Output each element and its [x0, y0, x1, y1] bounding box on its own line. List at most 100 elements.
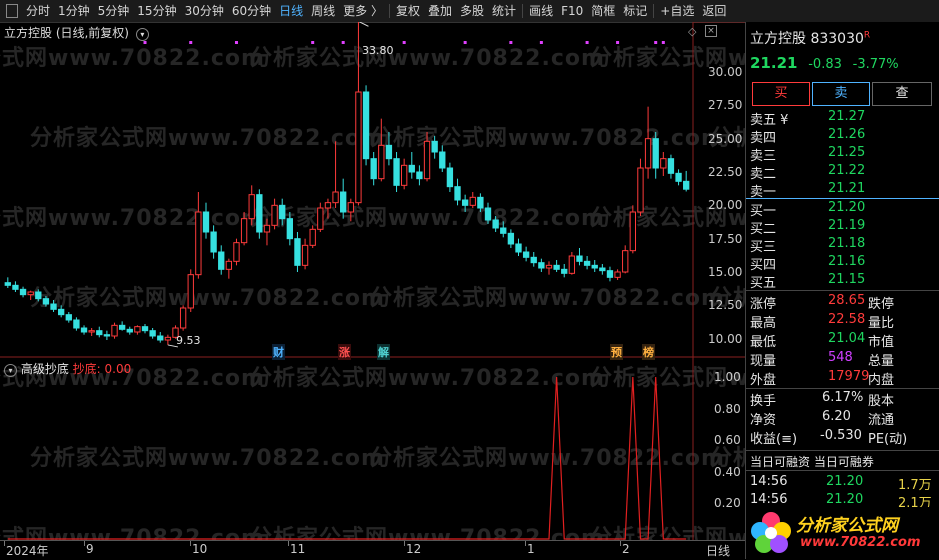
- diamond-icon[interactable]: ◇: [688, 25, 696, 38]
- candle-body: [416, 171, 423, 180]
- toolbar-item[interactable]: 返回: [698, 0, 730, 22]
- stat-label-2: 跌停: [868, 297, 895, 312]
- bid-price: 21.16: [828, 254, 866, 269]
- stock-tag: R: [863, 30, 871, 41]
- stat-row: 外盘 17979 内盘: [750, 369, 936, 388]
- candle-body: [301, 244, 309, 266]
- candle-body: [644, 138, 652, 169]
- indicator-axis-tick: 0.40: [714, 464, 741, 479]
- candle-body: [118, 324, 126, 330]
- toolbar-item[interactable]: 画线: [525, 0, 557, 22]
- toolbar-item[interactable]: 复权: [392, 0, 424, 22]
- chevron-down-icon[interactable]: ▾: [4, 364, 17, 377]
- event-tag-forecast[interactable]: 预: [610, 344, 623, 360]
- order-book-divider: [746, 198, 939, 199]
- toolbar-item[interactable]: 叠加: [424, 0, 456, 22]
- stat-label: 最高: [750, 316, 777, 331]
- candle-body: [454, 186, 461, 201]
- buy-button[interactable]: 买: [752, 82, 810, 106]
- toolbar-item[interactable]: 30分钟: [181, 0, 228, 22]
- stats2-list: 换手 6.17% 股本 净资 6.20 流通 收益(≡) -0.530 PE(动): [746, 390, 939, 450]
- candle-body: [187, 274, 194, 309]
- time-axis-tick: [288, 541, 289, 546]
- toolbar-item[interactable]: 统计: [488, 0, 520, 22]
- high-price-value: 33.80: [362, 44, 394, 57]
- ask-price: 21.21: [828, 181, 866, 196]
- event-tag-ranking[interactable]: 榜: [642, 344, 655, 360]
- toolbar-separator: [653, 4, 655, 18]
- stat-label: 现量: [750, 354, 777, 369]
- panel-toggle-icon[interactable]: [6, 4, 18, 18]
- time-axis-label: 9: [86, 542, 94, 556]
- bid-price: 21.20: [828, 200, 866, 215]
- bid-row: 买一 21.20: [750, 200, 936, 219]
- toolbar-item[interactable]: 15分钟: [133, 0, 180, 22]
- bid-label: 买三: [750, 240, 777, 255]
- query-button[interactable]: 查: [872, 82, 932, 106]
- candle-body: [423, 140, 431, 180]
- candle-body: [240, 218, 248, 244]
- ask-price: 21.27: [828, 109, 866, 124]
- candle-body: [111, 324, 118, 337]
- bid-price: 21.15: [828, 272, 866, 287]
- time-axis-tick: [404, 541, 405, 546]
- candle-body: [57, 308, 65, 316]
- time-axis-tick: [4, 541, 5, 546]
- bid-price: 21.19: [828, 218, 866, 233]
- current-price: 21.21: [750, 54, 798, 72]
- time-axis-label: 2: [622, 542, 630, 556]
- toolbar-item[interactable]: +自选: [656, 0, 698, 22]
- toolbar-item[interactable]: 标记: [619, 0, 651, 22]
- bid-label: 买五: [750, 276, 777, 291]
- candle-body: [202, 211, 210, 233]
- toolbar-item[interactable]: 5分钟: [94, 0, 134, 22]
- ask-list: 卖五 ¥ 21.27 卖四 21.26 卖三 21.25 卖二 21.22 卖一 21.21: [746, 109, 939, 200]
- toolbar-item[interactable]: 60分钟: [228, 0, 275, 22]
- candle-body: [218, 251, 225, 270]
- signal-dot: [311, 41, 315, 44]
- toolbar-item[interactable]: 日线: [275, 0, 307, 22]
- divider: [746, 290, 939, 291]
- candle-body: [332, 191, 339, 204]
- candle-body: [19, 288, 27, 296]
- signal-dot: [234, 41, 238, 44]
- event-tag-financial[interactable]: 财: [272, 344, 285, 360]
- indicator-header: ▾ 高级抄底 抄底: 0.00: [4, 360, 131, 377]
- candle-body: [96, 330, 103, 336]
- candle-body: [294, 238, 301, 266]
- toolbar-item[interactable]: 1分钟: [54, 0, 94, 22]
- toolbar-item[interactable]: 简框: [587, 0, 619, 22]
- candle-body: [484, 207, 492, 221]
- candle-body: [538, 262, 545, 269]
- chevron-down-icon[interactable]: ▾: [135, 28, 149, 41]
- chart-title: 立方控股 (日线,前复权) ▾: [4, 24, 149, 41]
- candle-body: [683, 180, 690, 190]
- signal-dot: [585, 41, 589, 44]
- candle-body: [500, 227, 507, 234]
- candle-body: [522, 251, 530, 258]
- toolbar-item[interactable]: 周线: [307, 0, 339, 22]
- candle-body: [461, 199, 469, 206]
- candle-body: [256, 194, 263, 233]
- toolbar-item[interactable]: F10: [557, 0, 587, 22]
- candle-body: [622, 250, 629, 273]
- stat-row: 换手 6.17% 股本: [750, 390, 936, 409]
- candle-body: [126, 328, 133, 333]
- toolbar-item[interactable]: 分时: [22, 0, 54, 22]
- price-axis: 30.00 27.50 25.00 22.50 20.00 17.50 15.00 12.50…: [700, 22, 745, 346]
- indicator-name: 高级抄底: [20, 362, 69, 376]
- toolbar-item[interactable]: 更多 〉: [339, 0, 387, 22]
- sell-button[interactable]: 卖: [812, 82, 870, 106]
- ask-row: 卖五 ¥ 21.27: [750, 109, 936, 128]
- candle-body: [370, 158, 377, 180]
- candle-body: [157, 335, 164, 341]
- candle-body: [614, 271, 621, 278]
- toolbar-item[interactable]: 多股: [456, 0, 488, 22]
- candle-body: [347, 202, 354, 213]
- kline-chart[interactable]: [0, 22, 745, 559]
- event-tag-limit-up[interactable]: 涨: [338, 344, 351, 360]
- event-tag-unlock[interactable]: 解: [377, 344, 390, 360]
- price-axis-tick: 10.00: [708, 331, 743, 346]
- candle-body: [27, 291, 34, 296]
- high-marker: [358, 22, 369, 27]
